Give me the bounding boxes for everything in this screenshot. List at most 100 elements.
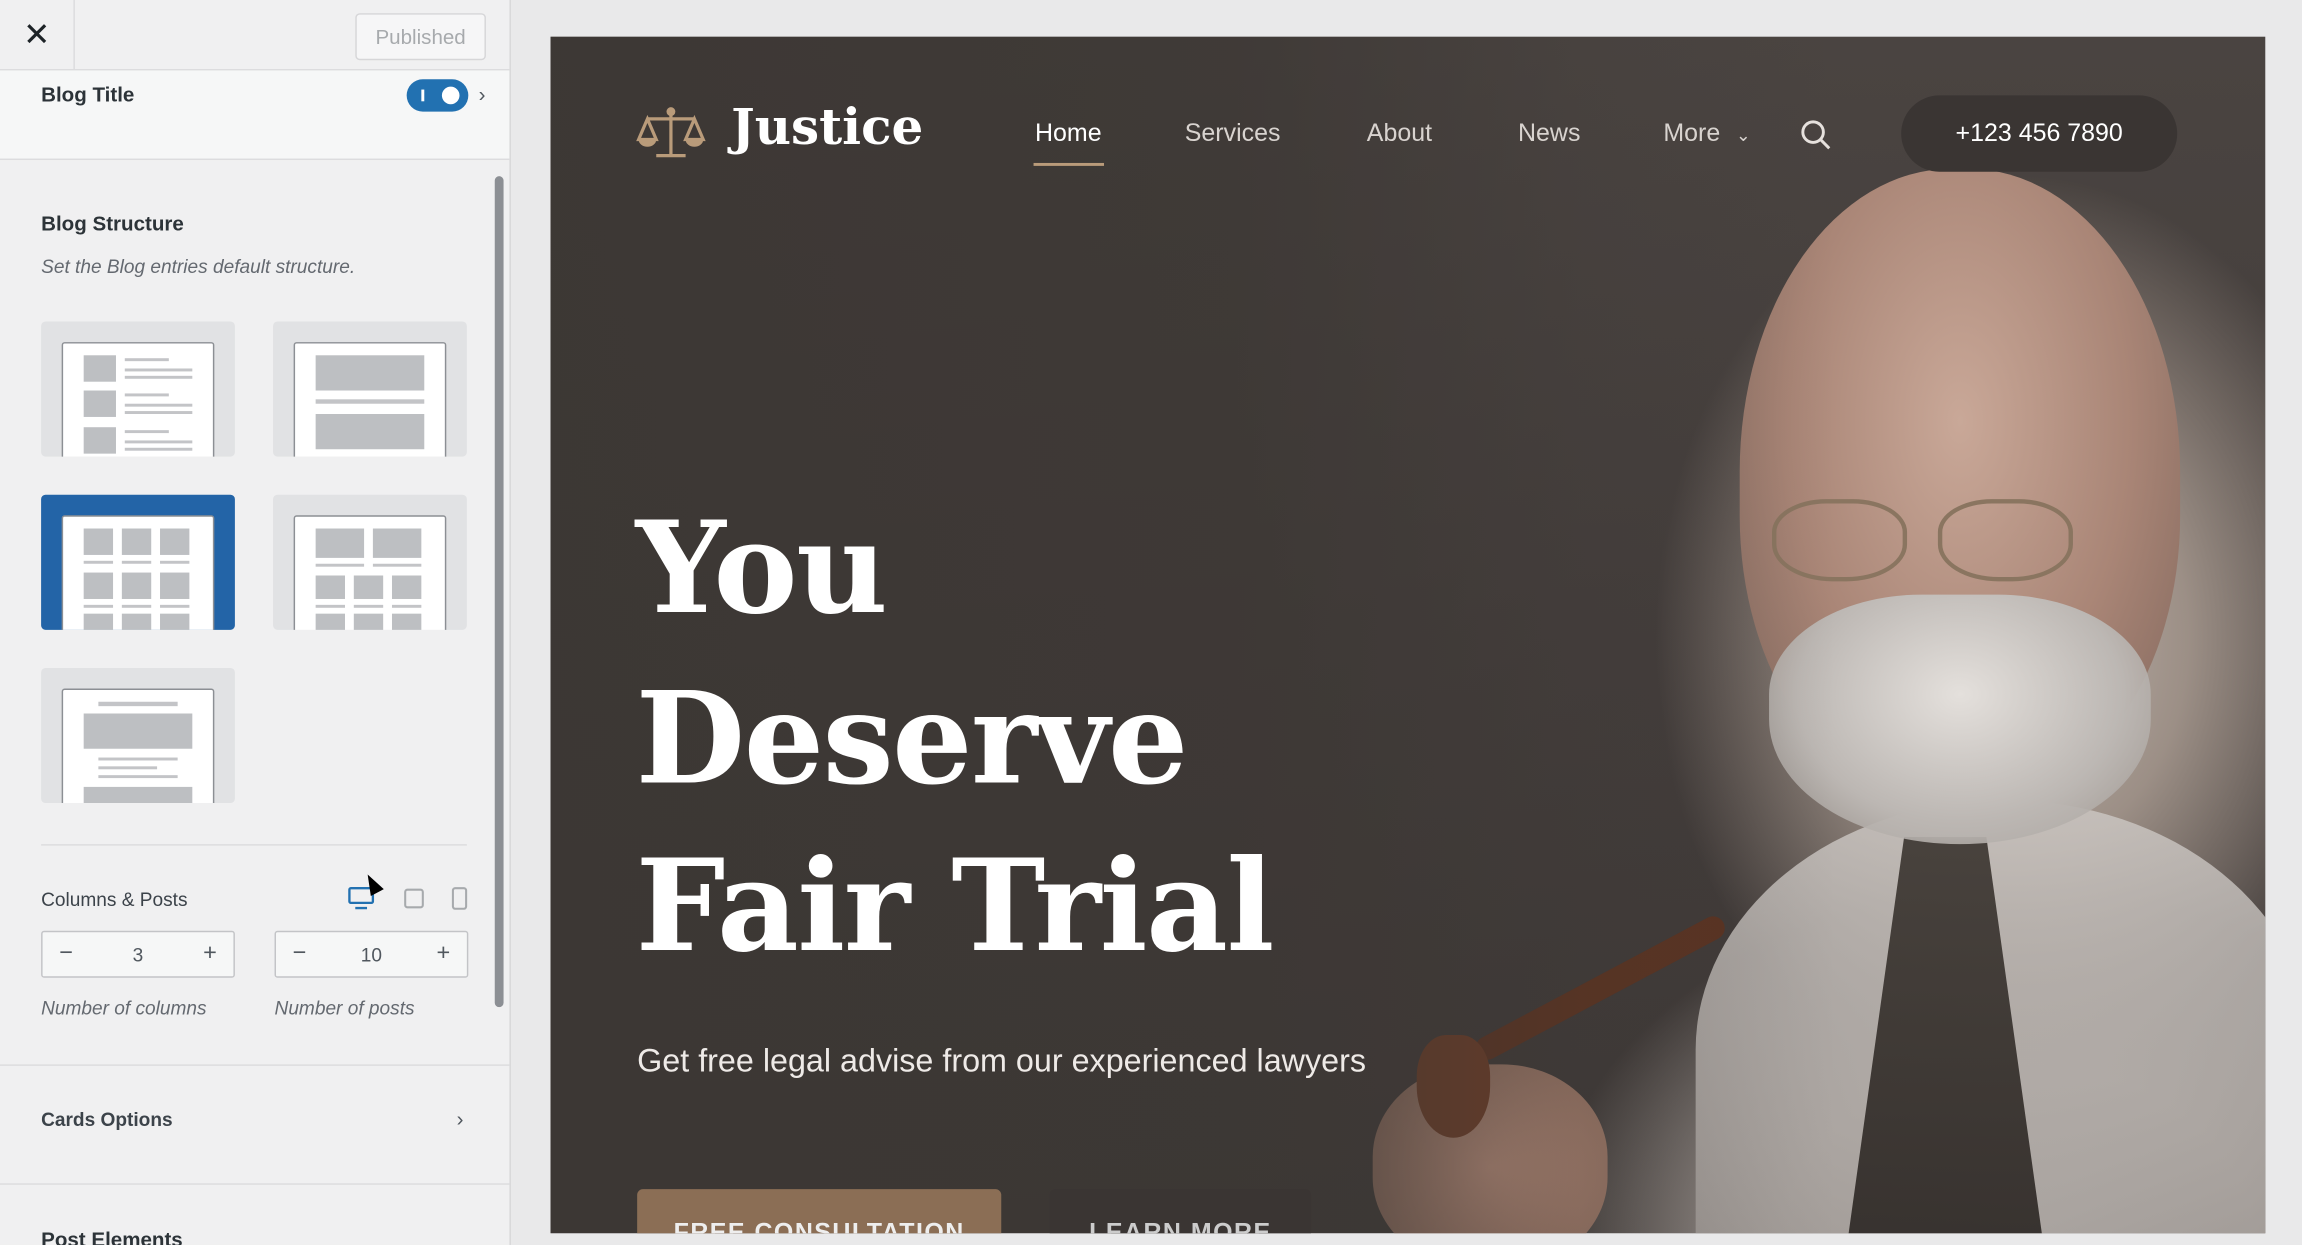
columns-decrement-button[interactable]: − xyxy=(43,932,90,976)
columns-value[interactable]: 3 xyxy=(90,932,187,976)
image-block xyxy=(83,572,114,599)
text-line xyxy=(121,604,152,608)
blog-structure-title: Blog Structure xyxy=(41,211,184,235)
structure-preview xyxy=(61,688,215,804)
blog-title-toggle[interactable] xyxy=(406,79,469,112)
image-block xyxy=(83,786,193,804)
thumb-block xyxy=(83,355,116,382)
text-line xyxy=(98,766,158,770)
text-line xyxy=(83,604,114,608)
image-block xyxy=(315,575,346,599)
structure-option-grid-3[interactable] xyxy=(41,494,235,630)
text-line xyxy=(372,563,422,567)
published-button[interactable]: Published xyxy=(355,13,486,61)
chevron-right-icon: › xyxy=(456,1106,464,1131)
text-line xyxy=(98,701,178,707)
close-icon: ✕ xyxy=(23,15,51,53)
columns-stepper[interactable]: − 3 + xyxy=(41,930,235,978)
text-line xyxy=(315,604,346,608)
structure-option-list[interactable] xyxy=(41,321,235,457)
posts-decrement-button[interactable]: − xyxy=(276,932,323,976)
text-line xyxy=(124,375,193,379)
mobile-icon[interactable] xyxy=(451,887,469,910)
text-line xyxy=(124,403,193,407)
image-block xyxy=(315,355,425,391)
posts-value[interactable]: 10 xyxy=(323,932,420,976)
site-logo[interactable]: Justice xyxy=(731,98,923,157)
image-block xyxy=(315,613,346,630)
image-block xyxy=(315,414,425,450)
sidebar-scrollbar[interactable] xyxy=(494,176,504,1008)
site-preview: Justice Home Services About News More ⌄ … xyxy=(550,36,2266,1234)
text-line xyxy=(121,560,152,564)
chevron-right-icon[interactable]: › xyxy=(479,82,486,105)
columns-label: Number of columns xyxy=(41,996,207,1019)
cards-options-row[interactable]: Cards Options › xyxy=(0,1064,510,1185)
customizer-sidebar: ✕ Published Blog Title › Blog Structure … xyxy=(0,0,511,1245)
hero-subtitle: Get free legal advise from our experienc… xyxy=(637,1042,1367,1080)
image-block xyxy=(372,528,422,558)
hero-heading-line-1: You xyxy=(635,494,888,644)
image-block xyxy=(391,575,422,599)
text-line xyxy=(160,560,190,564)
columns-increment-button[interactable]: + xyxy=(186,932,233,976)
posts-increment-button[interactable]: + xyxy=(420,932,467,976)
learn-more-button[interactable]: LEARN MORE xyxy=(1049,1189,1312,1234)
structure-preview xyxy=(61,342,215,457)
nav-about[interactable]: About xyxy=(1367,119,1432,148)
blog-structure-description: Set the Blog entries default structure. xyxy=(41,255,356,278)
close-button[interactable]: ✕ xyxy=(0,0,75,70)
image-block xyxy=(121,613,152,630)
nav-services[interactable]: Services xyxy=(1185,119,1281,148)
structure-preview xyxy=(293,342,447,457)
text-line xyxy=(315,399,425,404)
text-line xyxy=(124,368,193,372)
text-line xyxy=(124,411,193,415)
text-line xyxy=(83,560,114,564)
phone-button[interactable]: +123 456 7890 xyxy=(1901,95,2178,172)
image-block xyxy=(391,613,422,630)
text-line xyxy=(124,358,169,362)
hero-heading-line-2: Deserve xyxy=(635,665,1189,814)
nav-news[interactable]: News xyxy=(1518,119,1580,148)
text-line xyxy=(160,604,190,608)
posts-stepper[interactable]: − 10 + xyxy=(274,930,469,978)
image-block xyxy=(83,528,114,555)
structure-option-grid-mixed[interactable] xyxy=(273,494,467,630)
hero-heading-line-3: Fair Trial xyxy=(635,832,1275,981)
sidebar-topbar: ✕ Published xyxy=(0,0,510,71)
image-block xyxy=(83,613,114,630)
post-elements-label[interactable]: Post Elements xyxy=(41,1227,183,1245)
blog-title-row[interactable]: Blog Title › xyxy=(0,70,510,161)
text-line xyxy=(315,563,365,567)
nav-home[interactable]: Home xyxy=(1035,119,1102,148)
text-line xyxy=(98,757,178,761)
image-block xyxy=(121,528,152,555)
text-line xyxy=(391,604,422,608)
image-block xyxy=(121,572,152,599)
image-block xyxy=(83,713,193,749)
text-line xyxy=(124,447,193,451)
text-line xyxy=(124,440,193,444)
nav-more[interactable]: More ⌄ xyxy=(1663,119,1750,148)
toggle-on-mark xyxy=(421,89,425,102)
chevron-down-icon: ⌄ xyxy=(1735,124,1751,146)
section-divider xyxy=(41,844,467,846)
thumb-block xyxy=(83,390,116,417)
text-line xyxy=(124,393,169,397)
structure-preview xyxy=(61,515,215,630)
structure-option-single[interactable] xyxy=(41,667,235,804)
cards-options-label: Cards Options xyxy=(41,1108,173,1131)
structure-preview xyxy=(293,515,447,630)
tablet-icon[interactable] xyxy=(404,888,425,909)
image-block xyxy=(160,528,190,555)
structure-option-stacked[interactable] xyxy=(273,321,467,457)
search-icon[interactable] xyxy=(1800,119,1832,151)
toggle-knob xyxy=(441,86,460,105)
nav-active-underline xyxy=(1033,162,1105,166)
text-line xyxy=(98,775,178,779)
text-line xyxy=(124,430,169,434)
scales-icon[interactable] xyxy=(636,104,706,163)
thumb-block xyxy=(83,427,116,454)
free-consultation-button[interactable]: FREE CONSULTATION xyxy=(637,1189,1002,1234)
